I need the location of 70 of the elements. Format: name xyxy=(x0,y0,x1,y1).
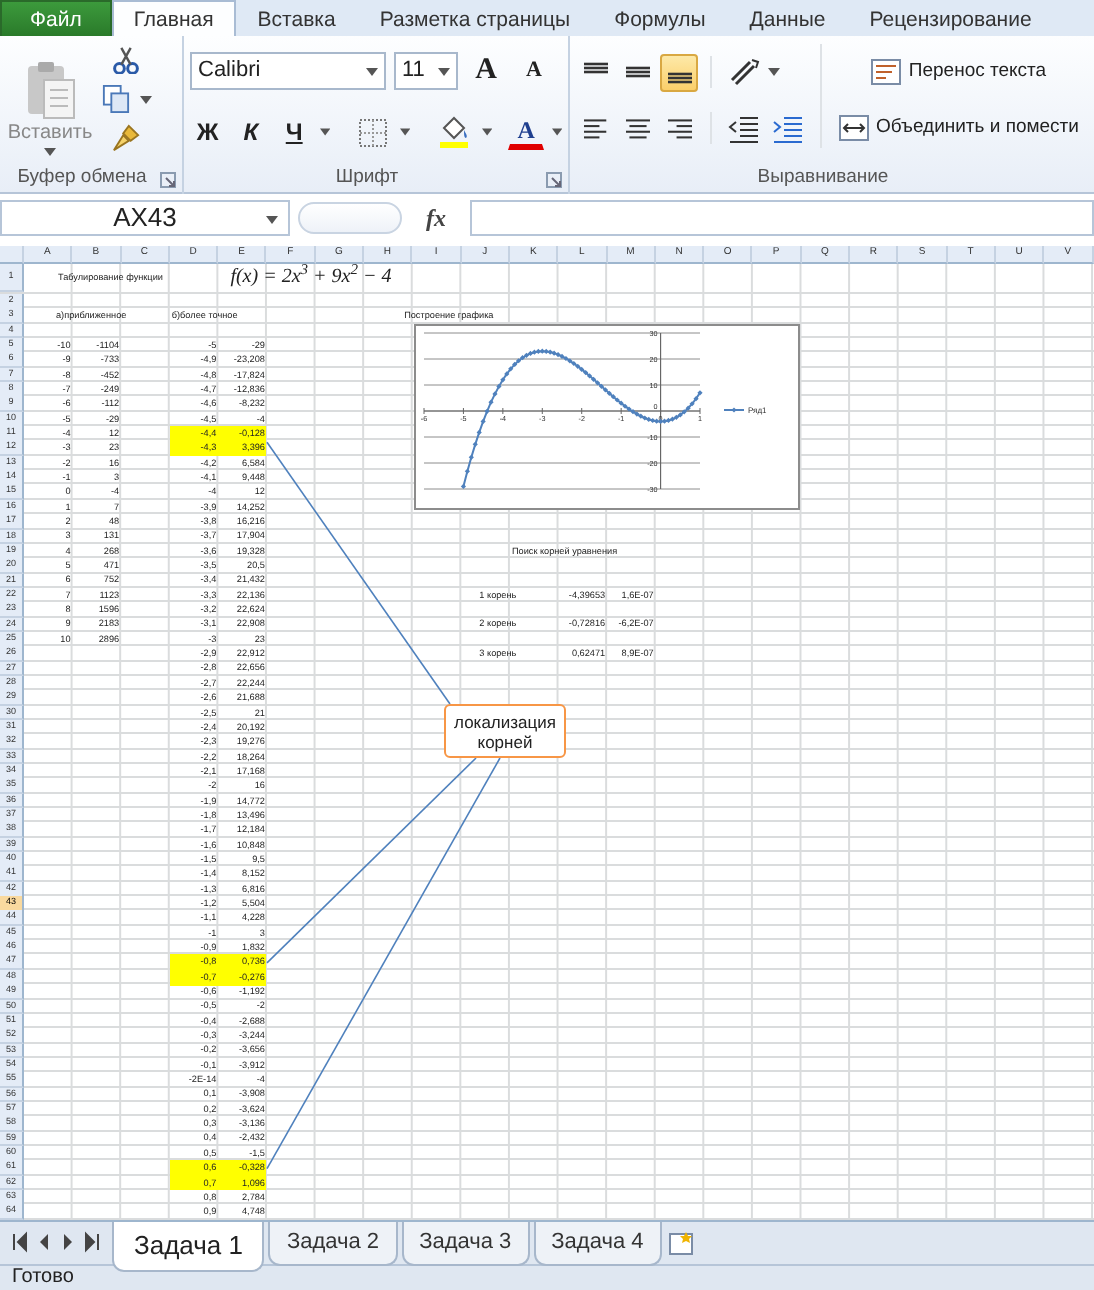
caret-icon[interactable] xyxy=(438,67,450,75)
bold-button[interactable]: Ж xyxy=(190,114,226,150)
diagonal-text-icon xyxy=(728,56,760,88)
sheet-tab[interactable]: Задача 4 xyxy=(533,1222,662,1265)
caret-icon[interactable] xyxy=(140,95,152,103)
data-point xyxy=(480,418,486,424)
align-lines-icon xyxy=(583,117,607,139)
shrink-font-button[interactable]: A xyxy=(514,53,554,89)
formula-text: f(x) = 2x$^{3}$ + 9x$^{2}$ − 4 xyxy=(230,268,392,288)
sheet-tab[interactable]: Задача 2 xyxy=(268,1222,398,1265)
dialog-launcher-icon[interactable] xyxy=(160,172,176,188)
ribbon-tab[interactable]: Главная xyxy=(111,0,236,36)
copy-icon xyxy=(102,84,130,114)
legend-marker xyxy=(723,407,745,413)
align-bottom-button[interactable] xyxy=(660,53,698,91)
caret-icon[interactable] xyxy=(266,216,278,224)
align-lines-icon xyxy=(625,66,649,78)
caret-icon[interactable] xyxy=(551,128,562,136)
dialog-launcher-icon[interactable] xyxy=(546,172,562,188)
data-point xyxy=(472,441,478,447)
data-point xyxy=(464,468,470,474)
grow-font-button[interactable]: A xyxy=(466,53,506,89)
caret-icon[interactable] xyxy=(768,68,780,76)
ribbon-tab[interactable]: Рецензирование xyxy=(847,0,1054,36)
splitter-handle[interactable] xyxy=(298,202,402,234)
ribbon-tab[interactable]: Вставка xyxy=(235,0,358,36)
formula-input[interactable] xyxy=(470,200,1094,236)
italic-button[interactable]: К xyxy=(233,114,269,150)
ribbon-tab[interactable]: Разметка страницы xyxy=(357,0,593,36)
data-point xyxy=(460,483,467,489)
align-lines-icon xyxy=(625,117,649,139)
data-point xyxy=(476,429,482,435)
scissors-icon xyxy=(112,46,140,74)
wrap-text-button[interactable]: Перенос текста xyxy=(834,52,1083,92)
file-tab[interactable]: Файл xyxy=(0,0,112,36)
new-sheet-icon[interactable] xyxy=(665,1230,698,1258)
caret-icon[interactable] xyxy=(400,128,411,136)
font-color-button[interactable]: A xyxy=(508,114,544,150)
align-lines-icon xyxy=(667,117,691,139)
data-point xyxy=(484,408,490,414)
sheet-tab[interactable]: Задача 3 xyxy=(401,1222,530,1265)
merge-button[interactable]: Объединить и помести xyxy=(834,108,1083,148)
copy-button[interactable] xyxy=(100,82,132,116)
group-label: Буфер обмена xyxy=(17,164,147,192)
caret-icon[interactable] xyxy=(319,128,331,136)
align-lines-icon xyxy=(583,61,607,73)
group-label: Шрифт xyxy=(335,164,399,192)
insert-function-button[interactable]: fx xyxy=(402,200,470,236)
ribbon-tab[interactable]: Данные xyxy=(727,0,848,36)
font-name-field[interactable]: Calibri xyxy=(190,52,386,90)
caret-icon[interactable] xyxy=(482,128,493,136)
ribbon-tab[interactable]: Формулы xyxy=(592,0,728,36)
outdent-icon xyxy=(728,112,760,144)
font-size-field[interactable]: 11 xyxy=(394,52,458,90)
status-text: Готово xyxy=(0,1264,1094,1290)
callout-label: локализация корней xyxy=(444,704,566,758)
group-label: Выравнивание xyxy=(757,164,889,192)
caret-icon[interactable] xyxy=(366,67,378,75)
indent-icon xyxy=(772,112,804,144)
sheet-tab[interactable]: Задача 1 xyxy=(112,1222,265,1271)
paint-bucket-icon xyxy=(438,116,471,148)
borders-button[interactable] xyxy=(354,113,393,151)
name-box[interactable]: AX43 xyxy=(0,200,290,236)
wrap-text-icon xyxy=(870,56,903,88)
data-point xyxy=(468,454,474,460)
brush-icon xyxy=(112,124,140,152)
borders-icon xyxy=(358,117,389,147)
align-lines-icon xyxy=(667,71,691,83)
merge-cells-icon xyxy=(838,112,870,144)
underline-button[interactable]: Ч xyxy=(276,114,312,150)
